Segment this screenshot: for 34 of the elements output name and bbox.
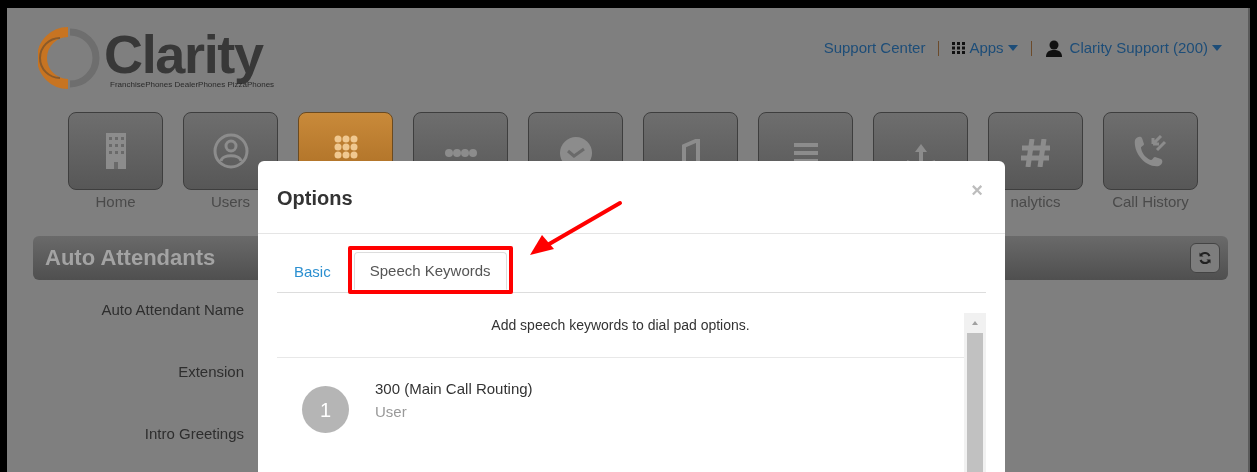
support-center-link[interactable]: Support Center (823, 37, 926, 60)
caret-icon (1212, 45, 1222, 52)
form-label: Extension (177, 362, 244, 381)
option-title: 300 (Main Call Routing) (375, 379, 533, 399)
refresh-icon (1198, 250, 1212, 265)
apps-menu-link[interactable]: Apps (952, 37, 1018, 60)
building-icon (105, 133, 126, 169)
nav-tile[interactable] (988, 112, 1083, 190)
scrollbar[interactable] (964, 313, 986, 472)
form-label: Auto Attendant Name (100, 300, 244, 319)
dots-icon (444, 149, 477, 157)
dialog-intro-text: Add speech keywords to dial pad options. (491, 316, 750, 335)
caret-icon (1007, 45, 1018, 52)
people-icon (212, 133, 249, 169)
dialog-title: Options (277, 186, 353, 211)
option-subtitle: User (375, 401, 408, 422)
grid-icon (952, 42, 966, 55)
user-menu-link[interactable]: Clarity Support (200) (1044, 37, 1222, 60)
form-label: Intro Greetings (143, 424, 244, 443)
tab[interactable]: Speech Keywords (353, 252, 507, 290)
user-icon (1044, 39, 1063, 58)
hash-icon (1020, 139, 1051, 167)
nav-tile[interactable] (183, 112, 278, 190)
keypad-icon (333, 135, 358, 159)
logo-ring-icon (38, 26, 100, 90)
scrollbar-thumb[interactable] (967, 333, 983, 472)
phone-icon (1134, 134, 1167, 168)
option-number-badge: 1 (302, 386, 349, 433)
tab[interactable]: Basic (281, 251, 344, 293)
section-title: Auto Attendants (45, 244, 216, 272)
nav-tile[interactable] (1103, 112, 1198, 190)
nav-tile[interactable] (68, 112, 163, 190)
refresh-button[interactable] (1190, 242, 1220, 273)
close-button[interactable]: × (971, 180, 983, 200)
